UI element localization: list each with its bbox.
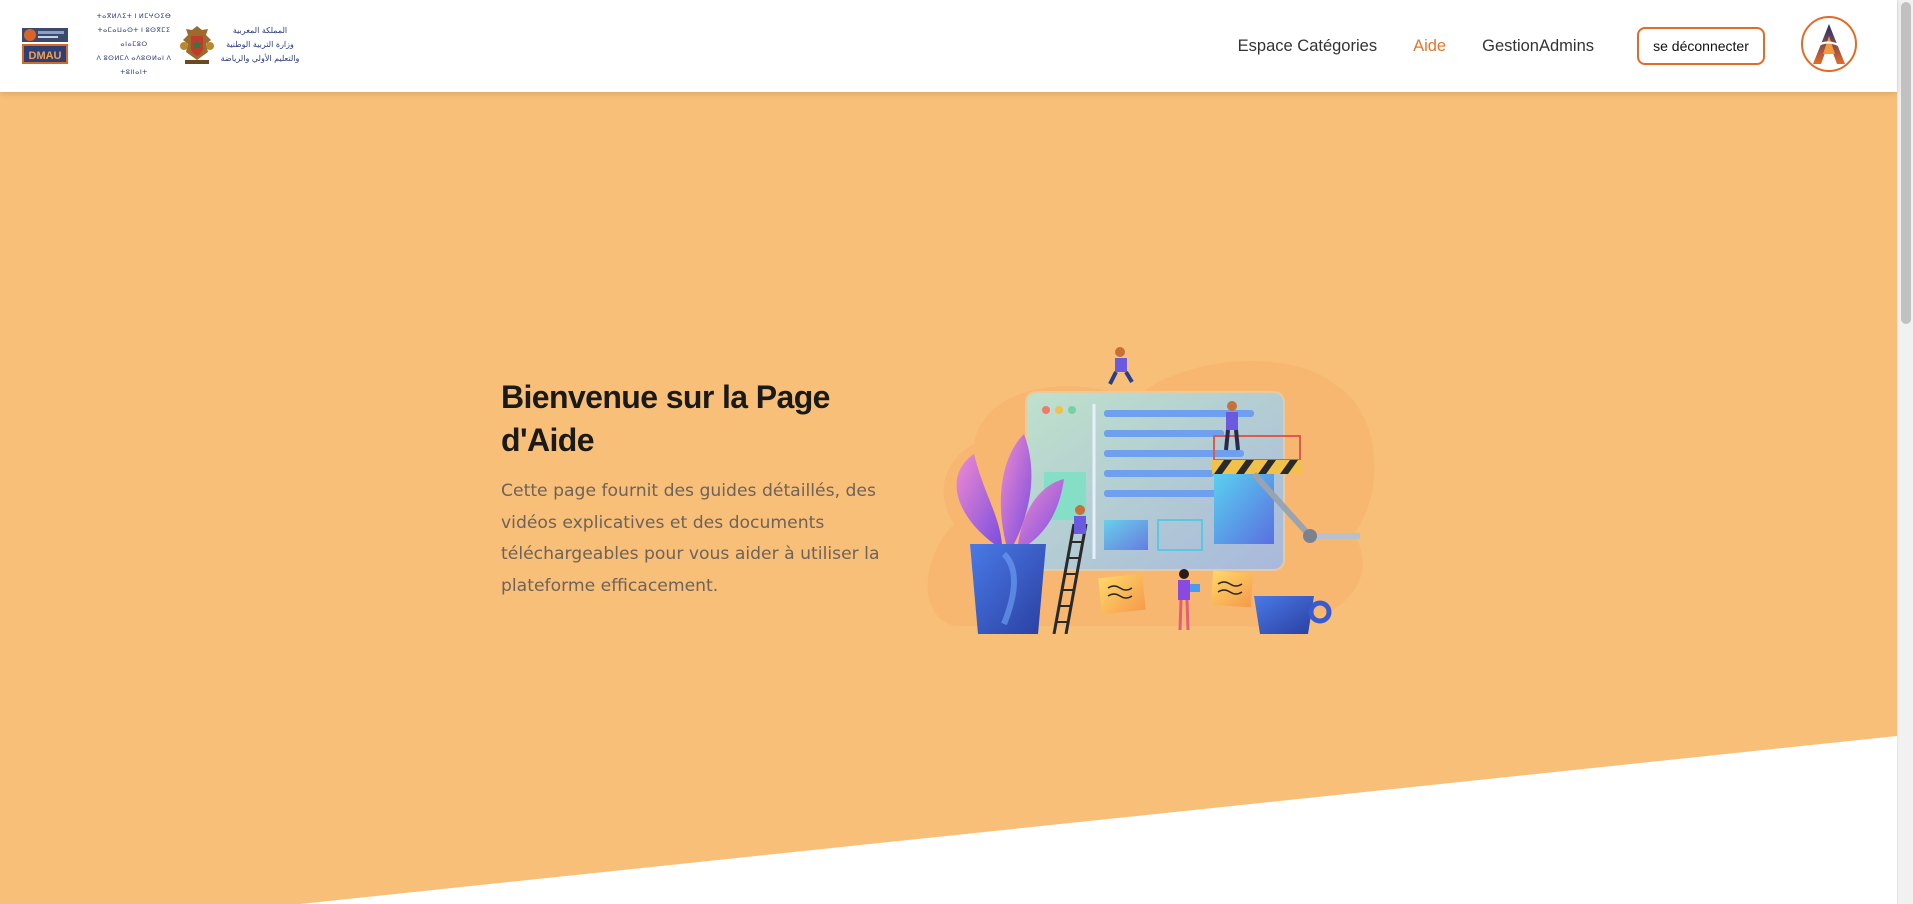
main-nav: Espace Catégories Aide GestionAdmins xyxy=(1202,0,1594,92)
letter-a-logo-icon xyxy=(1813,24,1845,64)
dmau-logo[interactable]: DMAU xyxy=(20,22,72,68)
page-scrollbar[interactable] xyxy=(1897,0,1913,904)
hero-text-block: Bienvenue sur la Page d'Aide Cette page … xyxy=(501,376,881,602)
brand-logos: DMAU ⵜⴰⴳⵍⴷⵉⵜ ⵏ ⵍⵎⵖⵔⵉⴱ ⵜⴰⵎⴰⵡⴰⵙⵜ ⵏ ⵓⵙⴳⵎⵉ ⴰ… xyxy=(20,13,304,76)
nav-link-gestion-admins[interactable]: GestionAdmins xyxy=(1482,37,1594,56)
hero-section: Bienvenue sur la Page d'Aide Cette page … xyxy=(0,92,1897,904)
website-construction-illustration xyxy=(927,347,1375,634)
logout-button[interactable]: se déconnecter xyxy=(1637,27,1765,65)
page-description: Cette page fournit des guides détaillés,… xyxy=(501,481,880,596)
top-navbar: DMAU ⵜⴰⴳⵍⴷⵉⵜ ⵏ ⵍⵎⵖⵔⵉⴱ ⵜⴰⵎⴰⵡⴰⵙⵜ ⵏ ⵓⵙⴳⵎⵉ ⴰ… xyxy=(0,0,1897,92)
coat-of-arms-icon xyxy=(180,26,214,64)
ministry-logo[interactable]: ⵜⴰⴳⵍⴷⵉⵜ ⵏ ⵍⵎⵖⵔⵉⴱ ⵜⴰⵎⴰⵡⴰⵙⵜ ⵏ ⵓⵙⴳⵎⵉ ⴰⵏⴰⵎⵓⵔ… xyxy=(90,13,304,76)
dmau-logo-text: DMAU xyxy=(29,50,62,62)
nav-link-espace-categories[interactable]: Espace Catégories xyxy=(1238,37,1377,56)
page-title: Bienvenue sur la Page d'Aide xyxy=(501,379,830,458)
ministry-tifinagh-text: ⵜⴰⴳⵍⴷⵉⵜ ⵏ ⵍⵎⵖⵔⵉⴱ ⵜⴰⵎⴰⵡⴰⵙⵜ ⵏ ⵓⵙⴳⵎⵉ ⴰⵏⴰⵎⵓⵔ… xyxy=(96,13,172,76)
avatar[interactable] xyxy=(1801,16,1857,72)
scrollbar-thumb[interactable] xyxy=(1901,2,1911,324)
nav-link-aide[interactable]: Aide xyxy=(1413,37,1446,56)
ministry-arabic-text: المملكة المغربية وزارة التربية الوطنية و… xyxy=(220,26,300,63)
